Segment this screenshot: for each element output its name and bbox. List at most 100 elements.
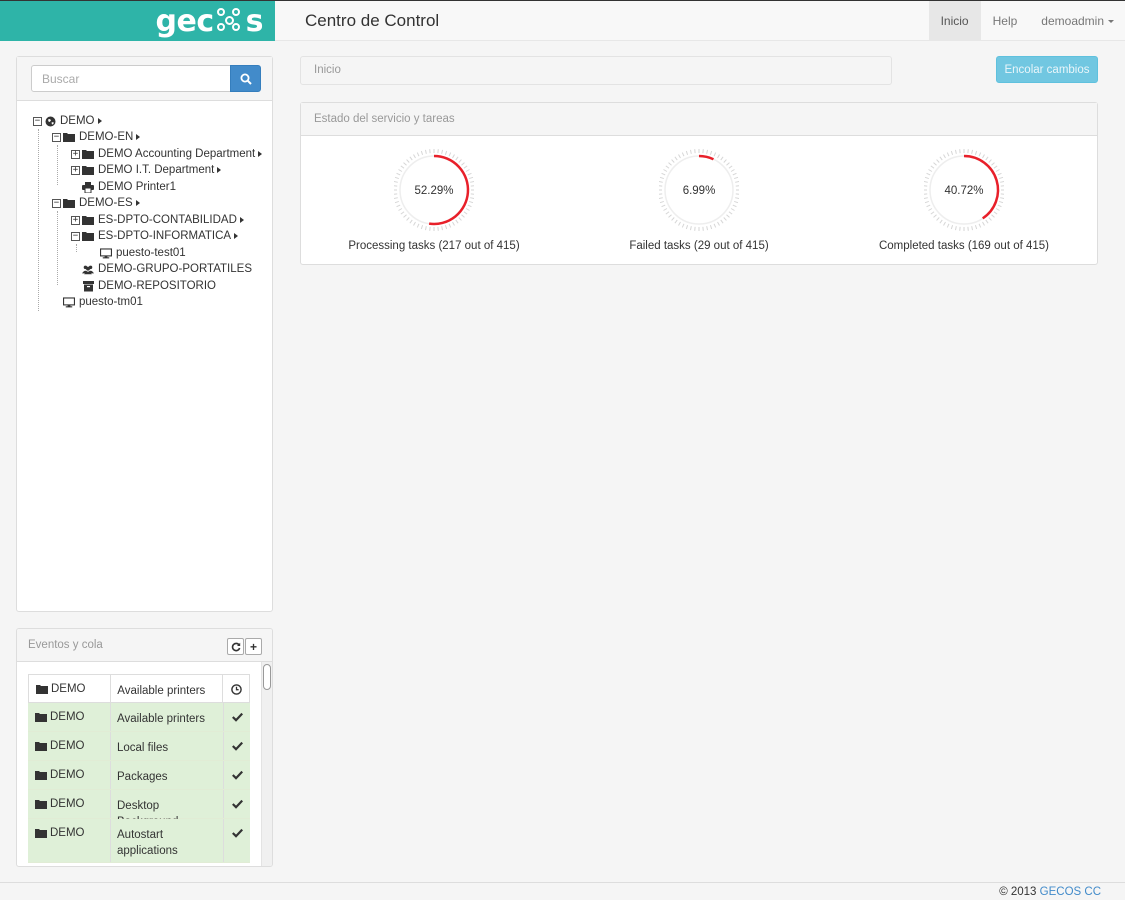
top-navbar: gec s Centro de Control Inicio Help demo… (0, 0, 1125, 41)
refresh-button[interactable] (227, 638, 244, 655)
caret-right-icon[interactable] (234, 233, 239, 239)
tree-node[interactable]: + DEMO I.T. Department (71, 162, 222, 178)
event-row[interactable]: DEMO Available printers (28, 674, 250, 703)
status-gauge: 40.72% Completed tasks (169 out of 415) (874, 147, 1054, 257)
caret-right-icon[interactable] (135, 200, 140, 206)
events-scrollbar[interactable] (261, 662, 272, 866)
tree-node[interactable]: DEMO Printer1 (71, 179, 176, 195)
event-node-label: DEMO (51, 683, 86, 695)
breadcrumb-item-inicio[interactable]: Inicio (314, 64, 341, 76)
tree-guide-line (76, 244, 77, 252)
folder-icon (36, 683, 48, 695)
tree-node[interactable]: + DEMO Accounting Department (71, 146, 263, 162)
status-gauge: 52.29% Processing tasks (217 out of 415) (344, 147, 524, 257)
event-policy-cell: Autostart applications (111, 819, 224, 862)
tree-node-label: ES-DPTO-CONTABILIDAD (98, 214, 237, 226)
tree-node-label: DEMO I.T. Department (98, 164, 215, 176)
tree-node[interactable]: DEMO-GRUPO-PORTATILES (71, 261, 252, 277)
event-node-cell: DEMO (28, 703, 111, 731)
check-icon (231, 799, 243, 809)
caret-right-icon[interactable] (217, 167, 222, 173)
event-policy-cell: Local files (111, 732, 224, 760)
tree-guide-line (57, 211, 58, 285)
check-icon (231, 712, 243, 722)
search-button[interactable] (230, 65, 261, 92)
tree-node[interactable]: puesto-test01 (89, 245, 186, 261)
search-input[interactable] (31, 65, 231, 92)
nav-link-help[interactable]: Help (981, 1, 1030, 41)
collapse-icon[interactable]: − (33, 116, 42, 126)
monitor-icon (63, 296, 75, 308)
queue-changes-button[interactable]: Encolar cambios (996, 56, 1098, 83)
event-node-label: DEMO (50, 769, 85, 781)
tree-node[interactable]: puesto-tm01 (52, 294, 143, 310)
expand-icon[interactable]: + (71, 165, 80, 175)
event-node-cell: DEMO (28, 761, 111, 789)
event-node-cell: DEMO (29, 675, 112, 702)
search-bar (17, 57, 272, 101)
clock-icon (230, 684, 242, 695)
expand-icon[interactable]: + (71, 149, 80, 159)
brand-logo[interactable]: gec s (0, 1, 275, 41)
tree-guide-line (57, 145, 58, 185)
tree-node[interactable]: − DEMO-EN (52, 129, 141, 145)
gauge-value: 40.72% (944, 185, 984, 197)
caret-right-icon[interactable] (136, 134, 141, 140)
status-panel: Estado del servicio y tareas 52.29% Proce… (300, 102, 1098, 265)
collapse-icon[interactable]: − (52, 132, 61, 142)
tree-node-label: DEMO-REPOSITORIO (98, 280, 216, 292)
printer-icon (82, 181, 94, 193)
event-policy-cell: Available printers (111, 703, 224, 731)
tree-node[interactable]: − DEMO (33, 113, 102, 129)
footer-prefix: © 2013 (999, 886, 1040, 898)
event-row[interactable]: DEMO Packages (28, 761, 250, 790)
globe-icon (44, 115, 56, 127)
scrollbar-thumb[interactable] (263, 664, 271, 690)
caret-right-icon[interactable] (258, 151, 263, 157)
monitor-icon (100, 247, 112, 259)
event-status-cell (224, 790, 250, 818)
tree-node[interactable]: DEMO-REPOSITORIO (71, 278, 216, 294)
folder-icon (35, 798, 47, 810)
caret-right-icon[interactable] (97, 118, 102, 124)
event-status-cell (224, 761, 250, 789)
tree-node-label: DEMO (60, 115, 95, 127)
event-row[interactable]: DEMO Local files (28, 732, 250, 761)
tree-node[interactable]: + ES-DPTO-CONTABILIDAD (71, 212, 244, 228)
event-row[interactable]: DEMO Autostart applications (28, 819, 250, 863)
event-row[interactable]: DEMO Desktop Background (28, 790, 250, 828)
footer-copyright: © 2013 GECOS CC (999, 886, 1101, 898)
caret-right-icon[interactable] (239, 217, 244, 223)
refresh-icon (231, 642, 240, 651)
event-node-cell: DEMO (28, 790, 111, 818)
gauge-label: Processing tasks (217 out of 415) (348, 240, 520, 252)
user-menu[interactable]: demoadmin (1029, 1, 1125, 41)
tree-node-label: DEMO Accounting Department (98, 148, 256, 160)
breadcrumb: Inicio (300, 56, 892, 85)
nav-link-inicio[interactable]: Inicio (928, 1, 981, 41)
collapse-icon[interactable]: − (71, 231, 80, 241)
tree-node-label: DEMO-GRUPO-PORTATILES (98, 263, 252, 275)
expand-icon[interactable]: + (71, 215, 80, 225)
nav-links: Inicio Help demoadmin (928, 1, 1125, 41)
event-node-cell: DEMO (28, 819, 111, 862)
gauge-value: 6.99% (682, 185, 716, 197)
tree-node-label: DEMO-EN (79, 131, 134, 143)
events-header: Eventos y cola + (17, 629, 272, 662)
tree-node[interactable]: − DEMO-ES (52, 195, 140, 211)
tree-node-label: puesto-test01 (116, 247, 186, 259)
status-gauge: 6.99% Failed tasks (29 out of 415) (609, 147, 789, 257)
event-status-cell (224, 819, 250, 862)
status-title: Estado del servicio y tareas (314, 113, 455, 125)
expand-button[interactable]: + (245, 638, 262, 655)
event-status-cell (223, 675, 249, 702)
event-status-cell (224, 703, 250, 731)
plus-icon: + (249, 639, 257, 654)
event-row[interactable]: DEMO Available printers (28, 703, 250, 732)
tree-node[interactable]: − ES-DPTO-INFORMATICA (71, 228, 239, 244)
archive-icon (82, 280, 94, 292)
brand-molecule-icon (215, 6, 245, 36)
gauge-value: 52.29% (414, 185, 454, 197)
footer-link[interactable]: GECOS CC (1040, 886, 1101, 898)
collapse-icon[interactable]: − (52, 198, 61, 208)
